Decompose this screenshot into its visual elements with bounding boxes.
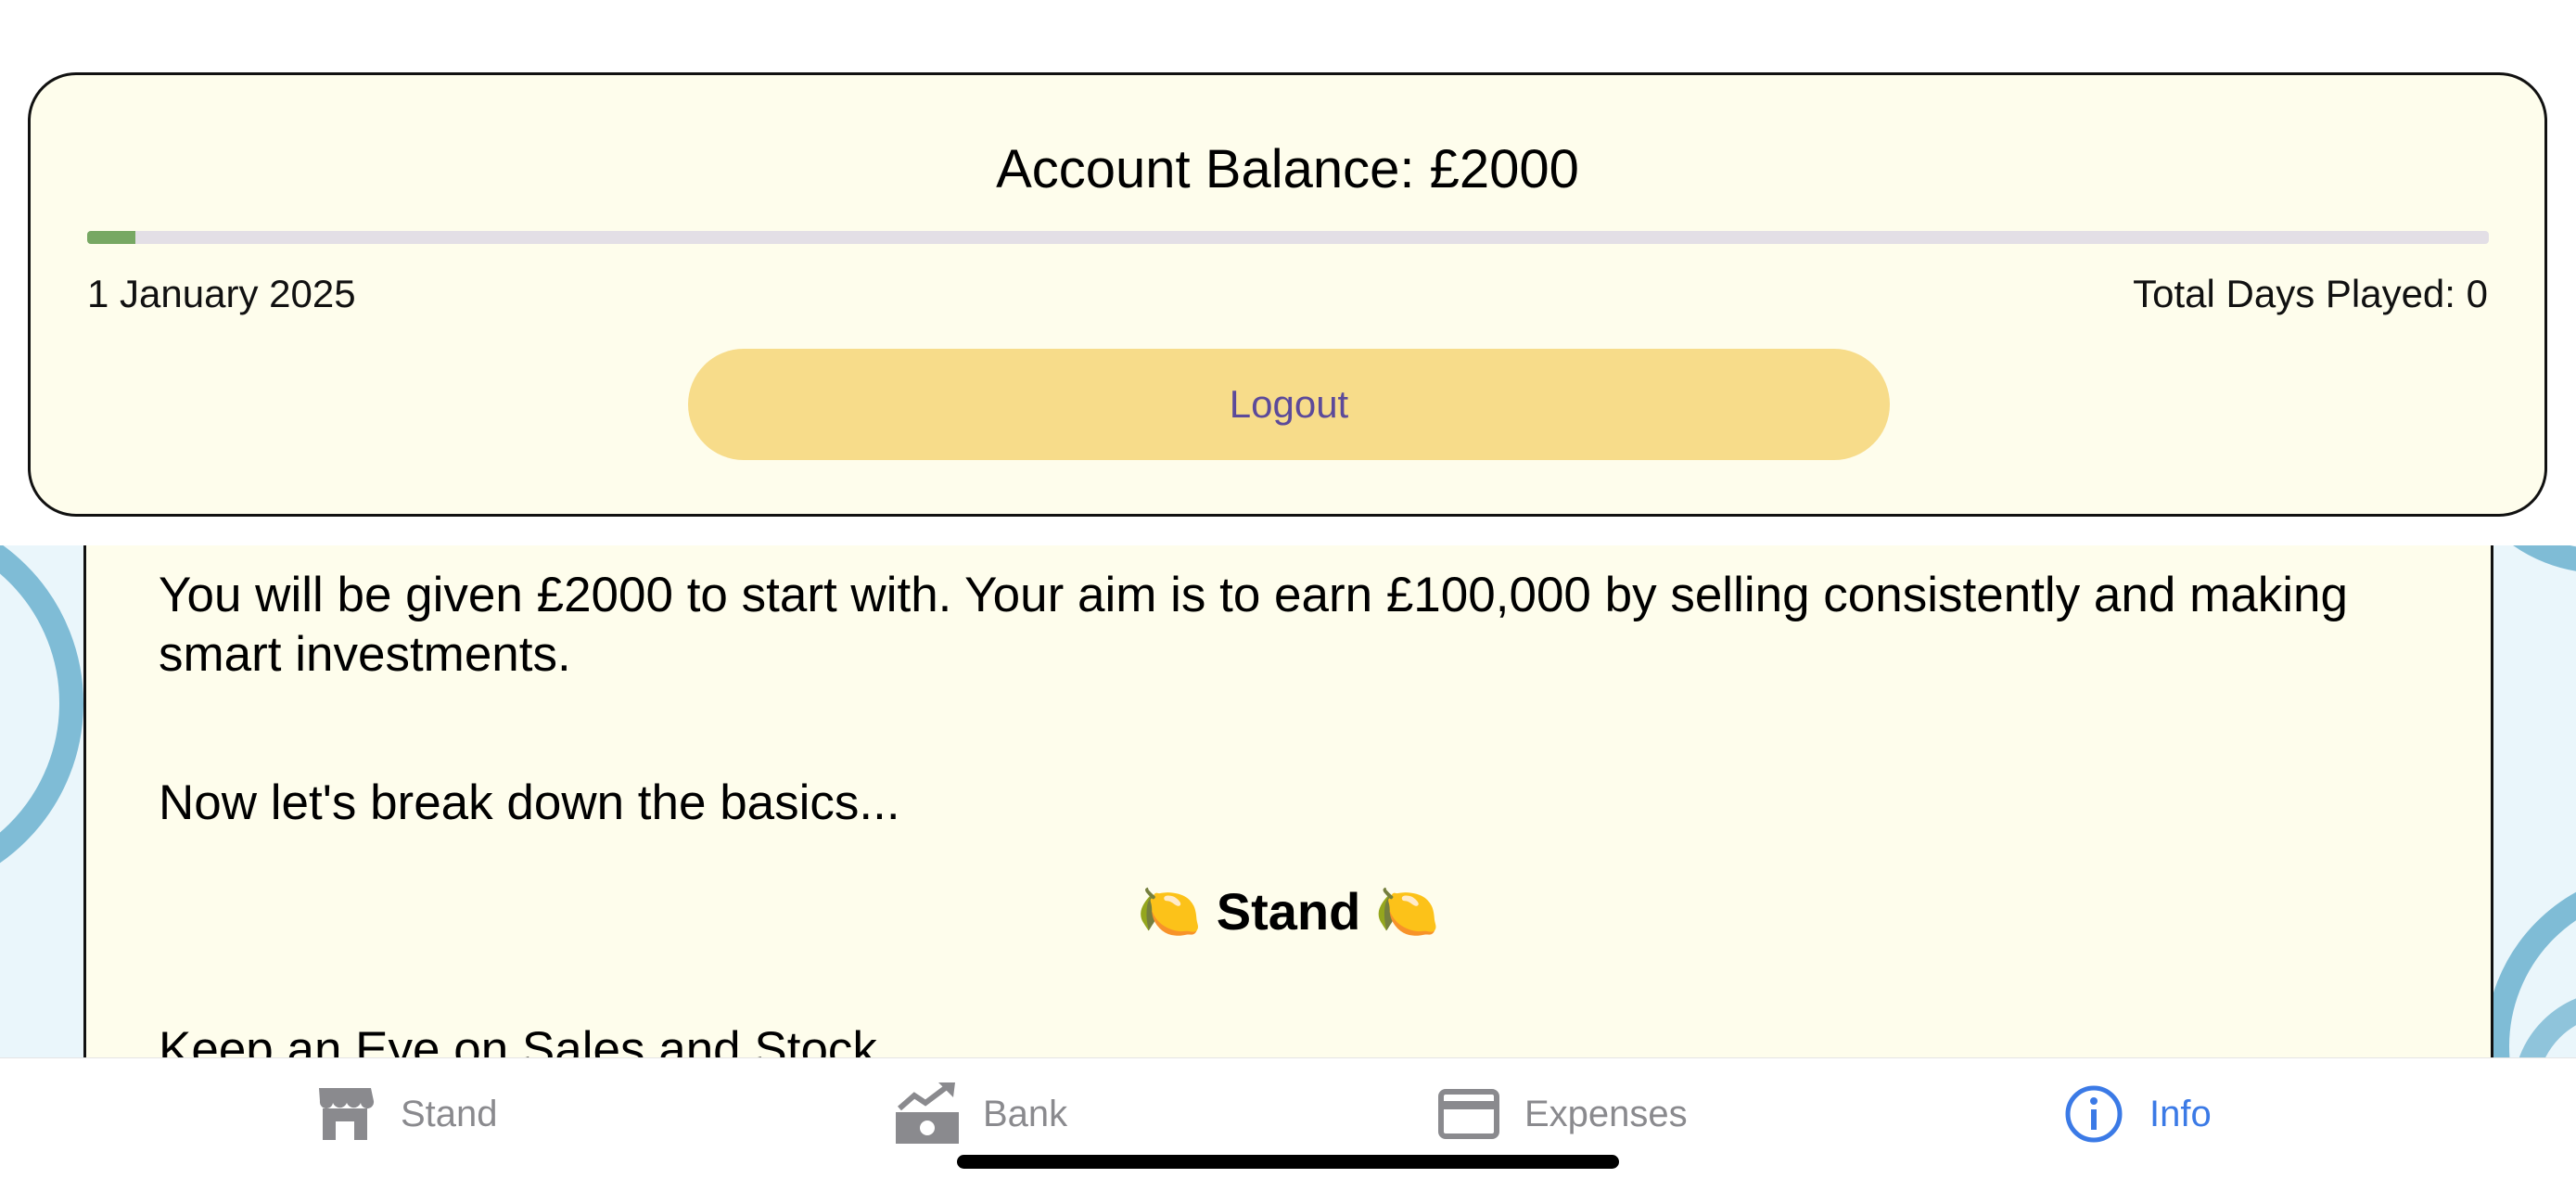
account-header-card: Account Balance: £2000 1 January 2025 To… (28, 72, 2547, 517)
logout-button[interactable]: Logout (688, 349, 1890, 460)
account-balance: Account Balance: £2000 (996, 139, 1579, 199)
info-circle-icon (2060, 1081, 2127, 1147)
info-content-card: You will be given £2000 to start with. Y… (83, 545, 2493, 1057)
tab-stand[interactable]: Stand (312, 1077, 498, 1151)
stand-section-heading: 🍋 Stand 🍋 (86, 881, 2491, 942)
goal-progress-bar (87, 231, 2489, 244)
goal-progress-fill (87, 231, 135, 244)
money-trend-icon (894, 1081, 961, 1147)
tab-expenses[interactable]: Expenses (1435, 1077, 1688, 1151)
current-date: 1 January 2025 (87, 272, 356, 315)
credit-card-icon (1435, 1081, 1502, 1147)
tab-info[interactable]: Info (2060, 1077, 2212, 1151)
app-screen: Account Balance: £2000 1 January 2025 To… (0, 0, 2576, 1191)
storefront-icon (312, 1081, 378, 1147)
tab-stand-label: Stand (401, 1093, 498, 1134)
tab-info-label: Info (2149, 1093, 2212, 1134)
stand-section-title: Stand (1216, 882, 1361, 941)
lemon-icon: 🍋 (1374, 882, 1440, 941)
tab-expenses-label: Expenses (1524, 1093, 1688, 1134)
intro-paragraph: You will be given £2000 to start with. Y… (159, 568, 2348, 682)
basics-paragraph: Now let's break down the basics... (159, 775, 900, 830)
tab-bank[interactable]: Bank (894, 1077, 1067, 1151)
tab-bank-label: Bank (983, 1093, 1068, 1134)
sales-stock-tip: Keep an Eye on Sales and Stock (159, 1022, 877, 1057)
background-ring (0, 545, 83, 898)
tab-bar: Stand Bank Expenses Info (0, 1057, 2576, 1191)
lemon-icon: 🍋 (1137, 882, 1203, 941)
home-indicator (957, 1155, 1619, 1169)
total-days-played: Total Days Played: 0 (2133, 272, 2488, 315)
